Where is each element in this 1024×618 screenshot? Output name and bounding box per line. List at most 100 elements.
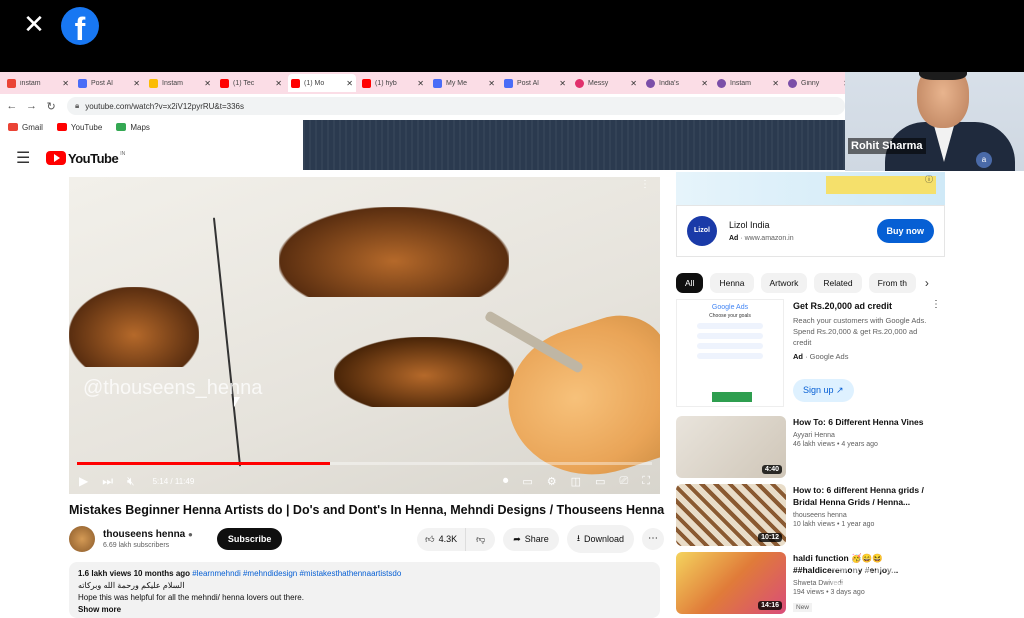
browser-tab[interactable]: (1) Tec ✕ xyxy=(217,74,285,92)
close-icon[interactable]: ✕ xyxy=(133,79,140,88)
browser-tab[interactable]: Messy ✕ xyxy=(572,74,640,92)
profile-avatar[interactable]: a xyxy=(976,152,992,168)
hashtags[interactable]: #learnmehndi #mehndidesign #mistakesthat… xyxy=(192,569,401,578)
close-icon[interactable]: ✕ xyxy=(559,79,566,88)
show-more-link[interactable]: Show more xyxy=(78,605,651,614)
video-controls: ▶ ⏭ 🔇︎ 5:14 / 11:49 ⏺ ▭ ⚙ ◫ ▭ ⎚ ⛶ xyxy=(69,468,660,494)
browser-tab[interactable]: My Me ✕ xyxy=(430,74,498,92)
close-icon[interactable]: ✕ xyxy=(275,79,282,88)
browser-tab[interactable]: Instam ✕ xyxy=(146,74,214,92)
drawn-line xyxy=(212,217,242,467)
like-button[interactable]: 👍︎ 4.3K xyxy=(417,527,467,551)
zoom-watermark: zoom xyxy=(830,552,931,596)
youtube-wordmark: YouTube xyxy=(68,150,119,166)
henna-pattern xyxy=(69,287,199,367)
ad-label: Ad xyxy=(793,352,803,361)
menu-icon[interactable]: ☰ xyxy=(16,148,32,168)
bookmark-youtube[interactable]: YouTube xyxy=(56,123,102,132)
browser-tab[interactable]: Post Al ✕ xyxy=(75,74,143,92)
tab-label: (1) Mo xyxy=(304,79,325,87)
fullscreen-icon[interactable]: ⛶ xyxy=(642,475,650,488)
chip-related[interactable]: Related xyxy=(814,273,862,293)
miniplayer-icon[interactable]: ◫ xyxy=(571,475,581,488)
dislike-button[interactable]: 👎︎ xyxy=(466,527,496,551)
video-thumbnail: 4:40 xyxy=(676,416,786,478)
view-stats: 1.6 lakh views 10 months ago xyxy=(78,569,191,578)
autoplay-toggle-icon[interactable]: ⏺ xyxy=(503,475,509,488)
chip-from-channel[interactable]: From th xyxy=(868,273,916,293)
theater-icon[interactable]: ▭ xyxy=(595,475,605,488)
browser-tab[interactable]: Instam ✕ xyxy=(714,74,782,92)
facebook-logo-icon[interactable]: f xyxy=(61,7,99,45)
browser-tab[interactable]: instam ✕ xyxy=(4,74,72,92)
more-icon[interactable]: ⋮ xyxy=(640,179,650,190)
sign-up-button[interactable]: Sign up ↗ xyxy=(793,379,854,402)
youtube-logo[interactable]: YouTube IN xyxy=(46,151,125,166)
bookmark-gmail[interactable]: Gmail xyxy=(8,123,43,132)
share-label: Share xyxy=(524,534,549,544)
thumb-option xyxy=(697,353,763,359)
google-ad-description: Reach your customers with Google Ads. Sp… xyxy=(793,316,927,347)
close-icon[interactable]: ✕ xyxy=(346,79,353,88)
subscribe-button[interactable]: Subscribe xyxy=(216,528,283,550)
cast-icon[interactable]: ⎚ xyxy=(619,475,628,488)
recommendation-title: How to: 6 different Henna grids / Bridal… xyxy=(793,485,924,507)
browser-tab[interactable]: Post Al ✕ xyxy=(501,74,569,92)
ad-domain-line: Ad · www.amazon.in xyxy=(729,235,794,242)
channel-info: thouseens henna ● 6.69 lakh subscribers xyxy=(103,529,193,549)
recommendation-item[interactable]: 4:40 How To: 6 Different Henna Vines Ayy… xyxy=(676,416,945,478)
video-description[interactable]: 1.6 lakh views 10 months ago #learnmehnd… xyxy=(69,562,660,618)
chevron-right-icon[interactable]: › xyxy=(925,276,929,290)
settings-icon[interactable]: ⚙ xyxy=(547,475,557,488)
play-icon[interactable]: ▶ xyxy=(79,474,88,488)
browser-tab[interactable]: (1) hyb ✕ xyxy=(359,74,427,92)
close-icon[interactable]: ✕ xyxy=(488,79,495,88)
info-icon[interactable]: ⓘ xyxy=(925,174,933,185)
forward-icon[interactable]: → xyxy=(24,100,40,112)
ad-banner-image[interactable]: ⓘ xyxy=(676,172,945,205)
reload-icon[interactable]: ↻ xyxy=(43,100,59,113)
recommendation-item[interactable]: 10:12 How to: 6 different Henna grids / … xyxy=(676,484,945,546)
close-icon[interactable]: ✕ xyxy=(417,79,424,88)
mute-icon[interactable]: 🔇︎ xyxy=(127,474,135,489)
next-icon[interactable]: ⏭ xyxy=(102,474,113,489)
more-icon[interactable]: ⋮ xyxy=(931,299,941,310)
gmail-icon xyxy=(7,78,16,88)
close-icon[interactable]: ✕ xyxy=(204,79,211,88)
captions-icon[interactable]: ▭ xyxy=(522,475,532,488)
channel-avatar[interactable] xyxy=(69,526,95,552)
description-greeting: السلام عليكم ورحمة الله وبركاته xyxy=(78,581,185,590)
close-icon[interactable]: ✕ xyxy=(630,79,637,88)
youtube-icon xyxy=(291,78,300,88)
back-icon[interactable]: ← xyxy=(4,100,20,112)
share-button[interactable]: ➦ Share xyxy=(503,527,559,551)
video-player[interactable]: @thouseens_henna ⋮ ▶ ⏭ 🔇︎ 5:14 / 11:49 ⏺… xyxy=(69,177,660,494)
close-icon[interactable]: ✕ xyxy=(62,79,69,88)
zoho-icon xyxy=(504,78,513,88)
video-progress-bar[interactable] xyxy=(77,462,652,465)
buy-now-button[interactable]: Buy now xyxy=(876,219,934,243)
chip-all[interactable]: All xyxy=(676,273,704,293)
bookmark-maps[interactable]: Maps xyxy=(116,123,150,132)
speaker-name-label: Rohit Sharma xyxy=(848,138,926,154)
ad-card[interactable]: Lizol Lizol India Ad · www.amazon.in Buy… xyxy=(676,205,945,257)
thumbs-down-icon: 👎︎ xyxy=(476,533,486,544)
channel-name[interactable]: thouseens henna ● xyxy=(103,529,193,540)
browser-tab[interactable]: Ginny✕ xyxy=(785,74,853,92)
ad-info: Lizol India Ad · www.amazon.in xyxy=(729,220,794,242)
browser-tab-active[interactable]: (1) Mo ✕ xyxy=(288,74,356,92)
google-ads-card[interactable]: Google Ads Choose your goals Get Rs.20,0… xyxy=(676,299,945,409)
download-button[interactable]: ⭳ Download xyxy=(566,525,634,553)
google-ad-text: Get Rs.20,000 ad credit Reach your custo… xyxy=(793,301,933,361)
chip-artwork[interactable]: Artwork xyxy=(760,273,808,293)
advertiser-name: Lizol India xyxy=(729,220,770,230)
close-icon[interactable]: ✕ xyxy=(772,79,779,88)
speaker-video-tile[interactable]: Rohit Sharma xyxy=(845,72,1024,171)
recommendation-channel: Ayyari Henna xyxy=(793,432,835,439)
browser-tab[interactable]: India's ✕ xyxy=(643,74,711,92)
close-icon[interactable]: ✕ xyxy=(701,79,708,88)
chip-henna[interactable]: Henna xyxy=(710,273,754,293)
close-icon[interactable]: ✕ xyxy=(22,11,46,37)
url-input[interactable]: 🔒︎ youtube.com/watch?v=x2iV12pyrRU&t=336… xyxy=(66,97,845,115)
more-actions-button[interactable]: ⋯ xyxy=(642,528,664,550)
